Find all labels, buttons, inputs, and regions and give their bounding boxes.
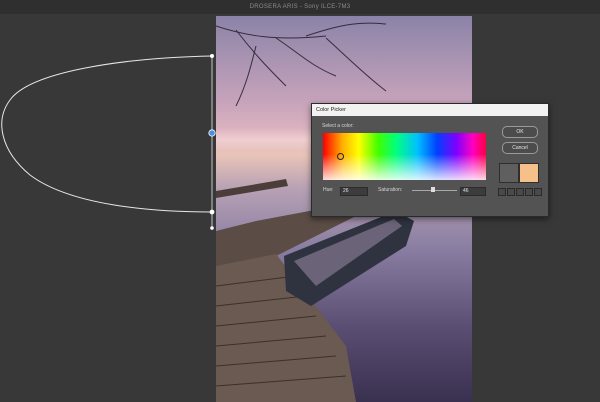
cancel-button[interactable]: Cancel [502,142,538,154]
swatch-box-1[interactable] [498,188,506,196]
dialog-title: Color Picker [312,104,548,116]
hue-input[interactable]: 26 [340,187,368,196]
color-picker-dialog: Color Picker Select a color: OK Cancel H… [311,103,549,217]
color-spectrum[interactable] [323,133,486,180]
swatch-box-4[interactable] [525,188,533,196]
new-color-swatch [519,163,539,183]
saturation-input[interactable]: 46 [460,187,486,196]
ok-button[interactable]: OK [502,126,538,138]
saturation-label: Saturation: [378,187,403,193]
select-color-label: Select a color: [322,123,354,129]
color-cursor[interactable] [337,153,344,160]
swatch-box-5[interactable] [534,188,542,196]
window-title: DROSERA ARIS - Sony ILCE-7M3 [0,0,600,14]
swatch-box-2[interactable] [507,188,515,196]
hue-label: Hue: [323,187,334,193]
swatch-box-3[interactable] [516,188,524,196]
previous-color-swatch [499,163,519,183]
saturation-slider-thumb[interactable] [430,187,435,192]
